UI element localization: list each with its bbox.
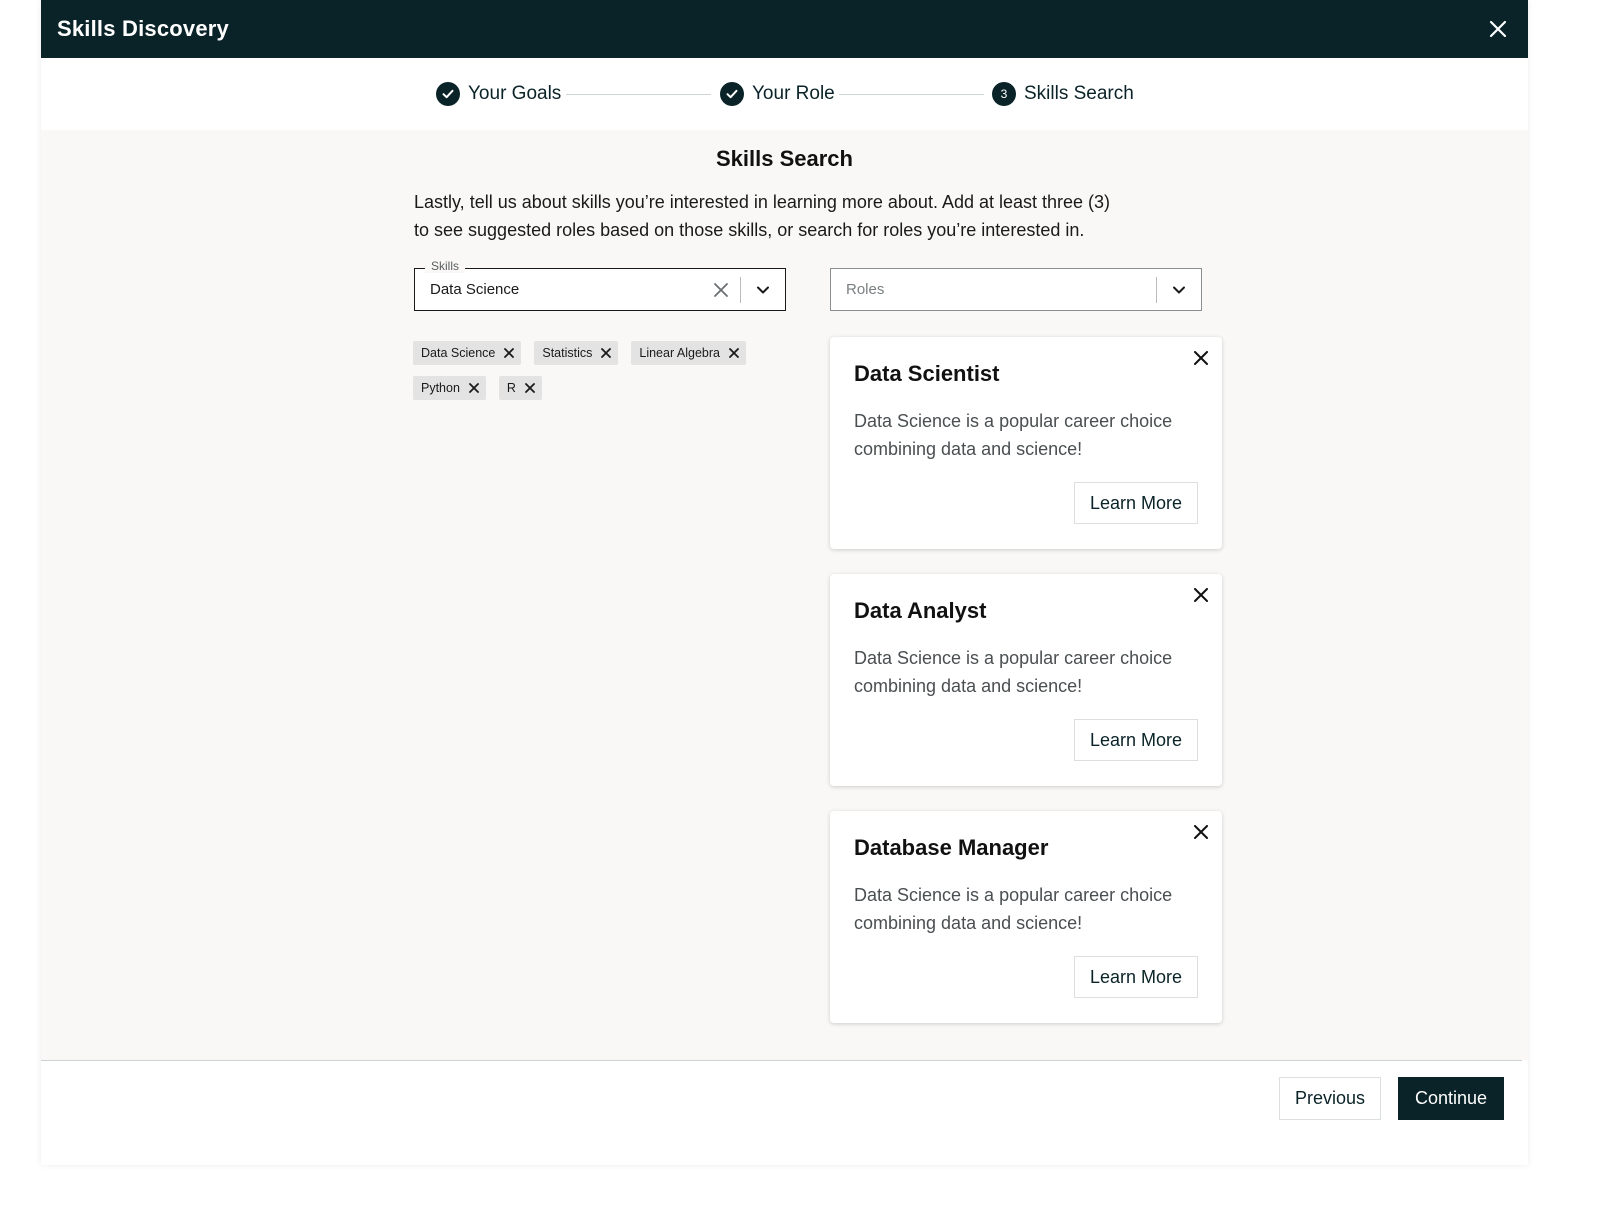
- step-your-role[interactable]: Your Role: [720, 82, 835, 106]
- close-icon: [1194, 825, 1208, 839]
- skill-tag-label: Python: [421, 381, 460, 395]
- step-your-goals[interactable]: Your Goals: [436, 82, 561, 106]
- previous-button[interactable]: Previous: [1279, 1077, 1382, 1120]
- role-card-title: Database Manager: [854, 835, 1049, 860]
- remove-tag-button[interactable]: [600, 347, 612, 359]
- roles-input[interactable]: Roles: [831, 281, 1156, 298]
- skills-dropdown-toggle[interactable]: [741, 269, 785, 310]
- continue-button[interactable]: Continue: [1398, 1077, 1505, 1120]
- role-card-description: Data Science is a popular career choice …: [854, 648, 1173, 696]
- skills-input[interactable]: Data Science: [415, 281, 702, 298]
- remove-tag-button[interactable]: [503, 347, 515, 359]
- skill-tag: R: [498, 376, 542, 400]
- role-card-description: Data Science is a popular career choice …: [854, 885, 1173, 933]
- step-number-badge: 3: [992, 82, 1016, 106]
- close-icon: [729, 348, 739, 358]
- skill-tag: Data Science: [413, 341, 522, 365]
- role-card: Database Manager Data Science is a popul…: [830, 811, 1222, 1023]
- remove-tag-button[interactable]: [468, 382, 480, 394]
- close-modal-button[interactable]: [1484, 15, 1512, 43]
- close-icon: [504, 348, 515, 358]
- footer-divider: [41, 1060, 1522, 1061]
- skill-tag: Linear Algebra: [631, 341, 746, 365]
- close-icon: [1489, 20, 1507, 38]
- skill-tag: Statistics: [534, 341, 619, 365]
- clear-skills-button[interactable]: [702, 269, 740, 310]
- close-icon: [1194, 588, 1208, 602]
- role-card-title: Data Analyst: [854, 598, 987, 623]
- skill-tag-label: Statistics: [542, 346, 593, 360]
- step-connector: [839, 94, 984, 95]
- modal-title: Skills Discovery: [57, 16, 229, 41]
- skills-field-label: Skills: [425, 259, 466, 273]
- page-description: Lastly, tell us about skills you’re inte…: [414, 192, 1111, 240]
- roles-select[interactable]: Roles: [830, 268, 1202, 311]
- page-title: Skills Search: [716, 146, 853, 171]
- learn-more-button[interactable]: Learn More: [1073, 482, 1198, 524]
- roles-dropdown-toggle[interactable]: [1157, 269, 1201, 310]
- check-circle-icon: [436, 82, 460, 106]
- chevron-down-icon: [1173, 286, 1185, 293]
- remove-tag-button[interactable]: [524, 382, 536, 394]
- step-skills-search[interactable]: 3 Skills Search: [992, 82, 1134, 106]
- dismiss-card-button[interactable]: [1190, 584, 1212, 606]
- role-card-description: Data Science is a popular career choice …: [854, 411, 1173, 459]
- progress-stepper: Your Goals Your Role 3 Skills Search: [41, 58, 1528, 130]
- skills-discovery-modal: Skills Discovery Your Goals Your Role 3 …: [41, 0, 1528, 1165]
- skill-tag: Python: [413, 376, 486, 400]
- main-content: Skills Search Lastly, tell us about skil…: [41, 130, 1528, 1060]
- role-card: Data Analyst Data Science is a popular c…: [830, 574, 1222, 786]
- skill-tag-label: Data Science: [421, 346, 496, 360]
- step-label: Skills Search: [1024, 83, 1134, 104]
- close-icon: [525, 383, 535, 393]
- learn-more-button[interactable]: Learn More: [1073, 719, 1198, 761]
- role-card-title: Data Scientist: [854, 361, 1000, 386]
- skill-tag-label: R: [506, 381, 516, 395]
- role-card: Data Scientist Data Science is a popular…: [830, 337, 1222, 549]
- step-connector: [566, 94, 711, 95]
- modal-header: Skills Discovery: [41, 0, 1528, 58]
- close-icon: [1194, 351, 1208, 365]
- check-circle-icon: [720, 82, 744, 106]
- dismiss-card-button[interactable]: [1190, 821, 1212, 843]
- learn-more-button[interactable]: Learn More: [1073, 956, 1198, 998]
- close-icon: [469, 383, 479, 393]
- skill-tag-label: Linear Algebra: [639, 346, 720, 360]
- dismiss-card-button[interactable]: [1190, 347, 1212, 369]
- remove-tag-button[interactable]: [728, 347, 740, 359]
- step-label: Your Role: [752, 83, 835, 104]
- chevron-down-icon: [757, 286, 769, 293]
- clear-icon: [714, 282, 728, 297]
- step-label: Your Goals: [468, 83, 562, 104]
- selected-skills-list: Data Science Statistics Linear Algebra P…: [413, 341, 793, 400]
- skills-select[interactable]: Skills Data Science: [414, 259, 786, 311]
- close-icon: [601, 348, 612, 358]
